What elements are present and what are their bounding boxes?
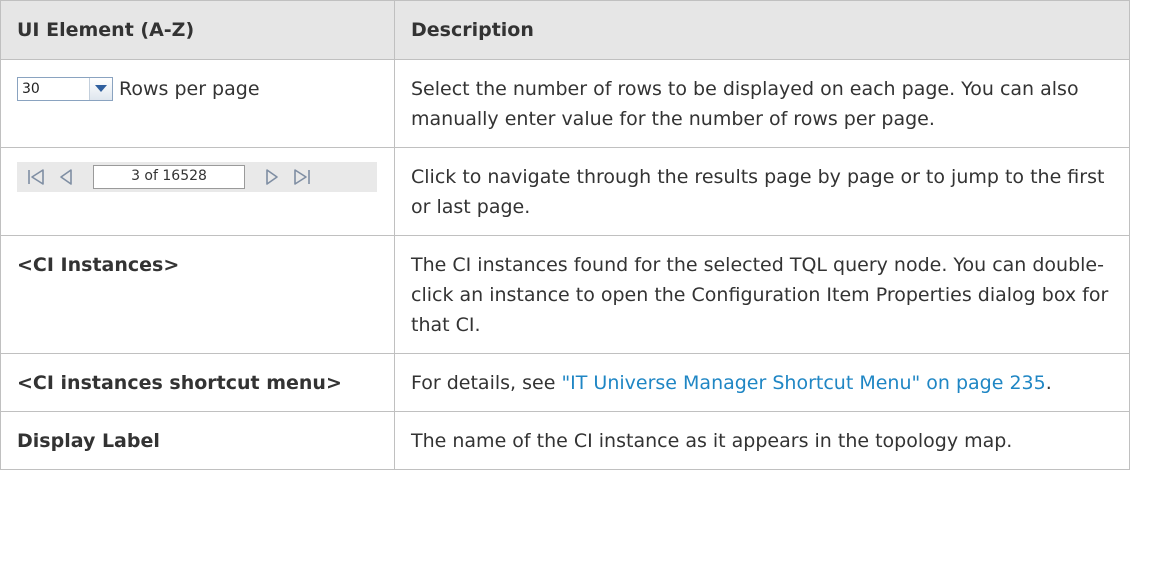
- ui-elements-table: UI Element (A-Z) Description 30 Rows per…: [0, 0, 1130, 470]
- previous-page-icon[interactable]: [51, 165, 81, 189]
- table-row: 3 of 16528 Click to navigate through the…: [0, 147, 1130, 236]
- ui-elements-table-container: UI Element (A-Z) Description 30 Rows per…: [0, 0, 1169, 567]
- rows-per-page-dropdown[interactable]: 30: [17, 77, 113, 101]
- element-cell: Display Label: [0, 411, 395, 470]
- description-text: For details, see: [411, 372, 562, 394]
- page-number-field[interactable]: 3 of 16528: [93, 165, 245, 189]
- table-row: 30 Rows per page Select the number of ro…: [0, 59, 1130, 148]
- shortcut-menu-link[interactable]: "IT Universe Manager Shortcut Menu" on p…: [561, 372, 1045, 394]
- first-page-icon[interactable]: [21, 165, 51, 189]
- rows-per-page-widget: 30 Rows per page: [17, 74, 378, 104]
- description-cell: For details, see "IT Universe Manager Sh…: [394, 353, 1130, 412]
- last-page-icon[interactable]: [287, 165, 317, 189]
- chevron-down-icon[interactable]: [89, 78, 112, 100]
- column-header-element: UI Element (A-Z): [0, 0, 395, 60]
- description-cell: The name of the CI instance as it appear…: [394, 411, 1130, 470]
- table-header-row: UI Element (A-Z) Description: [0, 0, 1130, 60]
- table-row: <CI Instances> The CI instances found fo…: [0, 235, 1130, 354]
- rows-per-page-label: Rows per page: [119, 78, 260, 100]
- element-cell: <CI Instances>: [0, 235, 395, 354]
- column-header-description: Description: [394, 0, 1130, 60]
- rows-per-page-value: 30: [22, 81, 40, 97]
- description-cell: The CI instances found for the selected …: [394, 235, 1130, 354]
- description-cell: Select the number of rows to be displaye…: [394, 59, 1130, 148]
- table-row: Display Label The name of the CI instanc…: [0, 411, 1130, 470]
- element-cell: 30 Rows per page: [0, 59, 395, 148]
- description-text-suffix: .: [1045, 372, 1052, 394]
- next-page-icon[interactable]: [257, 165, 287, 189]
- table-row: <CI instances shortcut menu> For details…: [0, 353, 1130, 412]
- page-navigation-widget: 3 of 16528: [17, 162, 377, 192]
- element-cell: 3 of 16528: [0, 147, 395, 236]
- description-cell: Click to navigate through the results pa…: [394, 147, 1130, 236]
- element-cell: <CI instances shortcut menu>: [0, 353, 395, 412]
